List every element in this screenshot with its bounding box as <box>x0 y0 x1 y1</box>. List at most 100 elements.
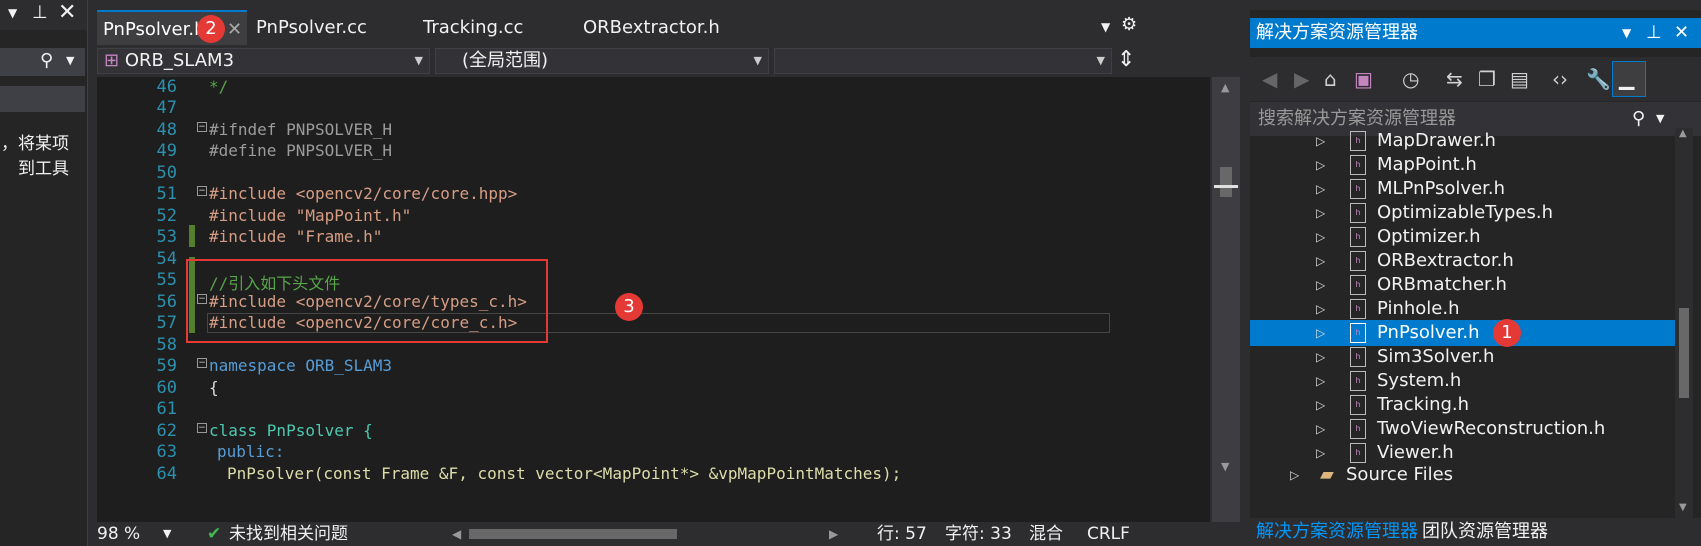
tree-item-optimizer[interactable]: ▷ h Optimizer.h <box>1250 224 1675 250</box>
expand-icon[interactable]: ▷ <box>1316 176 1325 202</box>
gear-icon[interactable]: ⚙ <box>1121 14 1137 35</box>
dropdown-icon[interactable]: ▼ <box>1622 18 1631 48</box>
tree-item-orbmatcher[interactable]: ▷ h ORBmatcher.h <box>1250 272 1675 298</box>
preview-toggle[interactable]: ▁ <box>1612 61 1646 97</box>
tree-item-system[interactable]: ▷ h System.h <box>1250 368 1675 394</box>
tree-item-tracking[interactable]: ▷ h Tracking.h <box>1250 392 1675 418</box>
tree-scrollbar[interactable]: ▲ ▼ <box>1675 128 1693 518</box>
project-icon: ⊞ <box>104 50 120 71</box>
file-name: System.h <box>1377 370 1462 391</box>
project-combo[interactable]: ⊞ ORB_SLAM3 ▼ <box>97 48 430 74</box>
tab-team-explorer[interactable]: 团队资源管理器 <box>1422 518 1548 546</box>
tab-pnpsolver-h[interactable]: PnPsolver.h 2 ✕ <box>97 10 247 45</box>
expand-icon[interactable]: ▷ <box>1316 296 1325 322</box>
scroll-thumb[interactable] <box>1220 167 1232 197</box>
scroll-up-icon[interactable]: ▲ <box>1221 81 1229 94</box>
tab-pnpsolver-cc[interactable]: PnPsolver.cc <box>250 10 400 45</box>
tree-item-mapdrawer[interactable]: ▷ h MapDrawer.h <box>1250 128 1675 154</box>
zoom-dropdown-icon[interactable]: ▼ <box>163 522 171 546</box>
fold-toggle[interactable]: − <box>197 358 207 368</box>
tab-list-dropdown-icon[interactable]: ▼ <box>1101 20 1110 34</box>
back-icon[interactable]: ◀ <box>1262 67 1277 91</box>
fold-toggle[interactable]: − <box>197 423 207 433</box>
dropdown-icon[interactable]: ▼ <box>8 6 17 20</box>
tree-item-pnpsolver[interactable]: ▷ h PnPsolver.h 1 <box>1250 319 1675 347</box>
fold-toggle[interactable]: − <box>197 186 207 196</box>
tree-item-source-files[interactable]: ▷ ▰ Source Files <box>1250 462 1675 482</box>
horizontal-scroll-thumb[interactable] <box>469 529 677 539</box>
expand-icon[interactable]: ▷ <box>1316 248 1325 274</box>
expand-icon[interactable]: ▷ <box>1316 392 1325 418</box>
mode-indicator[interactable]: 混合 <box>1029 522 1063 546</box>
tree-item-optimizabletypes[interactable]: ▷ h OptimizableTypes.h <box>1250 200 1675 226</box>
issues-status[interactable]: 未找到相关问题 <box>229 522 348 546</box>
header-file-icon: h <box>1350 275 1366 295</box>
switch-views-icon[interactable]: ▣ <box>1354 67 1373 91</box>
toolbox-search[interactable]: ⚲ ▼ <box>0 48 85 76</box>
member-combo[interactable]: ▼ <box>774 48 1112 74</box>
tree-item-orbextractor[interactable]: ▷ h ORBextractor.h <box>1250 248 1675 274</box>
search-icon[interactable]: ⚲ <box>40 50 53 71</box>
tab-orbextractor-h[interactable]: ORBextractor.h <box>577 10 757 45</box>
editor-scrollbar[interactable]: ▲ ▼ <box>1212 77 1240 522</box>
code-editor[interactable]: 46 47 48 49 50 51 52 53 54 55 56 57 58 5… <box>97 77 1210 522</box>
scroll-thumb[interactable] <box>1679 308 1689 398</box>
close-icon[interactable]: ✕ <box>1674 18 1689 48</box>
tree-item-mlpnpsolver[interactable]: ▷ h MLPnPsolver.h <box>1250 176 1675 202</box>
toolbox-group[interactable] <box>0 86 85 112</box>
home-icon[interactable]: ⌂ <box>1324 67 1337 91</box>
expand-icon[interactable]: ▷ <box>1316 416 1325 442</box>
fold-toggle[interactable]: − <box>197 122 207 132</box>
tree-item-pinhole[interactable]: ▷ h Pinhole.h <box>1250 296 1675 322</box>
code-line: #ifndef PNPSOLVER_H <box>209 120 393 139</box>
close-icon[interactable]: ✕ <box>58 0 76 25</box>
view-code-icon[interactable]: ‹› <box>1552 67 1568 91</box>
line-number: 60 <box>156 378 177 398</box>
line-ending-indicator[interactable]: CRLF <box>1087 522 1130 546</box>
tab-label: PnPsolver.cc <box>256 17 367 38</box>
panel-title: 解决方案资源管理器 <box>1256 22 1418 43</box>
scroll-down-icon[interactable]: ▼ <box>1221 460 1229 473</box>
search-options-icon[interactable]: ▼ <box>66 54 74 67</box>
show-all-files-icon[interactable]: ▤ <box>1510 67 1529 91</box>
zoom-level[interactable]: 98 % <box>97 522 140 546</box>
expand-icon[interactable]: ▷ <box>1316 224 1325 250</box>
expand-icon[interactable]: ▷ <box>1316 368 1325 394</box>
annotation-box <box>186 259 548 343</box>
split-window-icon[interactable]: ⇕ <box>1117 47 1135 72</box>
expand-icon[interactable]: ▷ <box>1316 152 1325 178</box>
scroll-right-icon[interactable]: ▶ <box>829 522 838 546</box>
tab-tracking-cc[interactable]: Tracking.cc <box>417 10 567 45</box>
expand-icon[interactable]: ▷ <box>1316 272 1325 298</box>
pending-changes-icon[interactable]: ◷ <box>1402 67 1419 91</box>
sync-icon[interactable]: ⇆ <box>1446 67 1463 91</box>
properties-icon[interactable]: 🔧 <box>1586 67 1611 91</box>
forward-icon[interactable]: ▶ <box>1294 67 1309 91</box>
panel-bottom-tabs: 解决方案资源管理器 团队资源管理器 <box>1250 518 1701 546</box>
tab-solution-explorer[interactable]: 解决方案资源管理器 <box>1256 518 1418 546</box>
file-name: Tracking.h <box>1377 394 1470 415</box>
file-name: PnPsolver.h <box>1377 322 1480 343</box>
expand-icon[interactable]: ▷ <box>1290 462 1299 482</box>
tree-item-sim3solver[interactable]: ▷ h Sim3Solver.h <box>1250 344 1675 370</box>
expand-icon[interactable]: ▷ <box>1316 128 1325 154</box>
scroll-left-icon[interactable]: ◀ <box>452 522 461 546</box>
scope-combo[interactable]: (全局范围) ▼ <box>435 48 769 74</box>
expand-icon[interactable]: ▷ <box>1316 200 1325 226</box>
file-name: MapPoint.h <box>1377 154 1477 175</box>
header-file-icon: h <box>1350 371 1366 391</box>
chevron-down-icon: ▼ <box>1096 54 1105 67</box>
pin-icon[interactable]: ⊥ <box>32 2 48 23</box>
close-tab-icon[interactable]: ✕ <box>227 12 242 47</box>
collapse-all-icon[interactable]: ❐ <box>1478 67 1496 91</box>
file-name: Pinhole.h <box>1377 298 1460 319</box>
solution-explorer-title: 解决方案资源管理器 ▼ ⊥ ✕ <box>1250 18 1701 48</box>
scroll-down-icon[interactable]: ▼ <box>1679 502 1687 513</box>
expand-icon[interactable]: ▷ <box>1316 344 1325 370</box>
toolbox-panel: ▼ ⊥ ✕ ⚲ ▼ ，将某项 到工具 <box>0 0 88 546</box>
tree-item-mappoint[interactable]: ▷ h MapPoint.h <box>1250 152 1675 178</box>
pin-icon[interactable]: ⊥ <box>1646 18 1662 48</box>
tree-item-twoviewreconstruction[interactable]: ▷ h TwoViewReconstruction.h <box>1250 416 1675 442</box>
scroll-up-icon[interactable]: ▲ <box>1679 128 1687 139</box>
expand-icon[interactable]: ▷ <box>1316 320 1325 346</box>
